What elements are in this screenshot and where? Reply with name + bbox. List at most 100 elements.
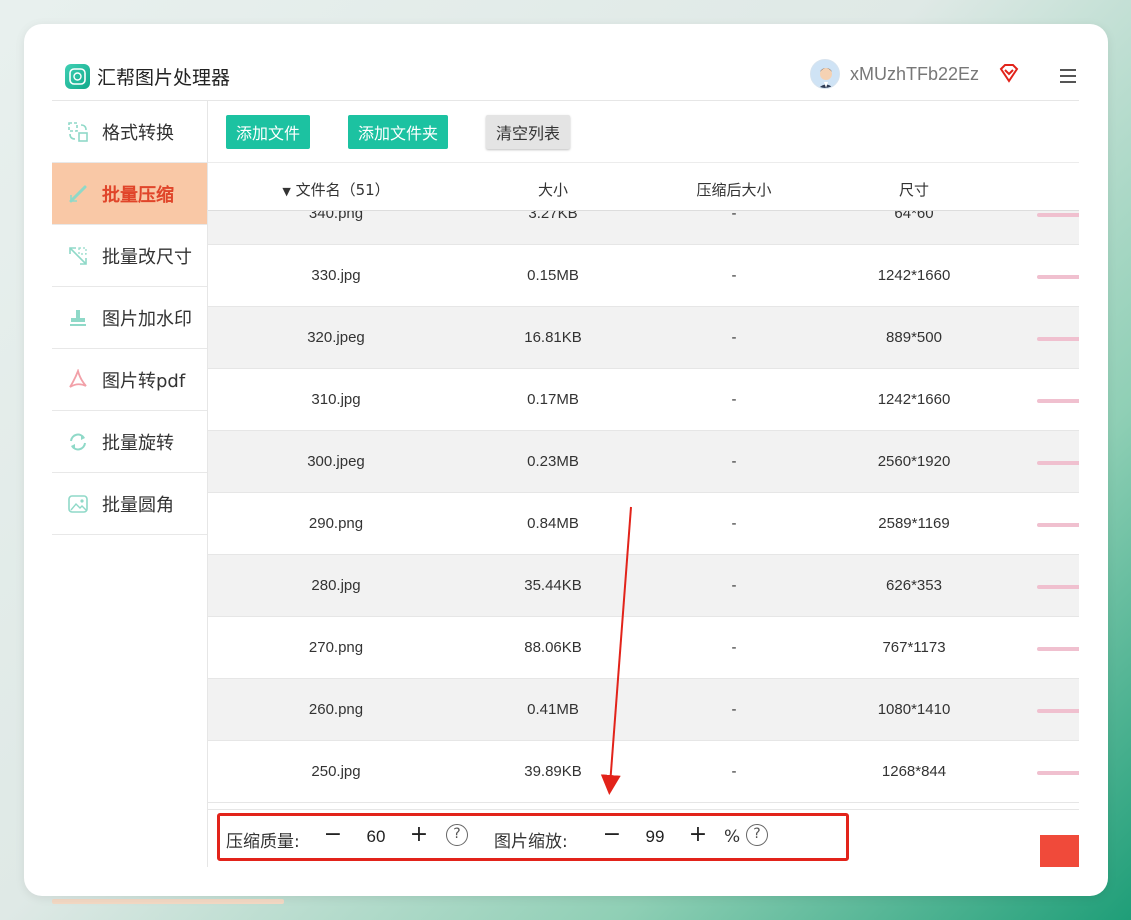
sidebar-item-batch-resize[interactable]: 批量改尺寸 (52, 225, 207, 287)
cell-dimensions: 2560*1920 (877, 453, 951, 470)
cell-size: 0.23MB (527, 453, 579, 470)
cell-compressed-size: - (731, 453, 737, 470)
pdf-icon (66, 368, 90, 392)
user-avatar[interactable] (810, 59, 840, 89)
table-row[interactable]: 310.jpg 0.17MB - 1242*1660 (208, 369, 1079, 431)
table-row[interactable]: 330.jpg 0.15MB - 1242*1660 (208, 245, 1079, 307)
sidebar-item-watermark[interactable]: 图片加水印 (52, 287, 207, 349)
cell-dimensions: 1080*1410 (877, 701, 951, 718)
sidebar-item-batch-rounded[interactable]: 批量圆角 (52, 473, 207, 535)
progress-bar (1037, 585, 1079, 589)
add-folder-button[interactable]: 添加文件夹 (348, 115, 449, 149)
compression-settings-bar: 压缩质量: − + ? 图片缩放: − + % ? (208, 809, 1079, 867)
cell-compressed-size: - (731, 577, 737, 594)
cell-dimensions: 767*1173 (882, 639, 946, 656)
quality-decrease-button[interactable]: − (320, 822, 346, 848)
table-row[interactable]: 260.png 0.41MB - 1080*1410 (208, 679, 1079, 741)
cell-size: 3.27KB (528, 211, 578, 222)
sidebar-item-format-convert[interactable]: 格式转换 (52, 101, 207, 163)
table-row[interactable]: 300.jpeg 0.23MB - 2560*1920 (208, 431, 1079, 493)
progress-bar (1037, 461, 1079, 465)
sidebar-item-label: 图片转pdf (102, 370, 186, 392)
file-table[interactable]: 340.png 3.27KB - 64*60 330.jpg 0.15MB - 1242*16… (208, 211, 1079, 809)
file-table-rows: 340.png 3.27KB - 64*60 330.jpg 0.15MB - 1242*16… (208, 211, 1079, 803)
username[interactable]: xMUzhTFb22Ez (850, 64, 979, 85)
progress-bar (1037, 709, 1079, 713)
start-compress-button[interactable] (1040, 835, 1079, 867)
cell-size: 39.89KB (524, 763, 582, 780)
sidebar: 格式转换 批量压缩 批量改尺寸 图片加水印 图片转pdf 批量旋转 批量圆角 (52, 101, 208, 867)
scale-input[interactable] (635, 827, 675, 847)
cell-filename: 280.jpg (311, 577, 361, 594)
sidebar-item-label: 图片加水印 (102, 308, 192, 330)
cell-size: 16.81KB (524, 329, 582, 346)
sidebar-item-label: 批量改尺寸 (102, 246, 192, 268)
resize-icon (66, 244, 90, 268)
progress-bar (1037, 523, 1079, 527)
sidebar-item-label: 批量压缩 (102, 184, 174, 206)
add-file-button[interactable]: 添加文件 (226, 115, 311, 149)
progress-bar (1037, 337, 1079, 341)
column-header-size[interactable]: 大小 (538, 179, 568, 200)
quality-input[interactable] (356, 827, 396, 847)
cell-dimensions: 1268*844 (881, 763, 947, 780)
table-row[interactable]: 250.jpg 39.89KB - 1268*844 (208, 741, 1079, 803)
quality-increase-button[interactable]: + (406, 822, 432, 848)
rounded-corner-icon (66, 492, 90, 516)
cell-dimensions: 1242*1660 (877, 391, 951, 408)
hamburger-menu-icon[interactable] (1060, 69, 1076, 83)
toolbar: 添加文件 添加文件夹 清空列表 (208, 101, 1079, 163)
table-header: ▼ 文件名（51） 大小 压缩后大小 尺寸 (208, 163, 1079, 211)
cell-dimensions: 1242*1660 (877, 267, 951, 284)
sidebar-item-batch-rotate[interactable]: 批量旋转 (52, 411, 207, 473)
format-convert-icon (66, 120, 90, 144)
sidebar-item-image-to-pdf[interactable]: 图片转pdf (52, 349, 207, 411)
percent-sign: % (724, 827, 741, 847)
column-header-compressed-size[interactable]: 压缩后大小 (696, 179, 771, 200)
cell-size: 0.84MB (527, 515, 579, 532)
vip-diamond-icon[interactable] (998, 62, 1020, 84)
sort-caret-icon: ▼ (282, 185, 291, 198)
progress-bar (1037, 399, 1079, 403)
scale-decrease-button[interactable]: − (599, 822, 625, 848)
cell-dimensions: 626*353 (886, 577, 942, 594)
cell-compressed-size: - (731, 515, 737, 532)
cell-size: 88.06KB (524, 639, 582, 656)
app-window: 汇帮图片处理器 xMUzhTFb22Ez 格式转换 批量压缩 批量改尺寸 图片加… (52, 45, 1079, 867)
sidebar-item-batch-compress[interactable]: 批量压缩 (52, 163, 207, 225)
table-row[interactable]: 270.png 88.06KB - 767*1173 (208, 617, 1079, 679)
table-row[interactable]: 340.png 3.27KB - 64*60 (208, 211, 1079, 245)
table-row[interactable]: 320.jpeg 16.81KB - 889*500 (208, 307, 1079, 369)
app-title: 汇帮图片处理器 (97, 67, 231, 89)
column-header-filename[interactable]: ▼ 文件名（51） (282, 179, 389, 200)
cell-filename: 310.jpg (311, 391, 361, 408)
clear-list-button[interactable]: 清空列表 (486, 115, 571, 149)
scale-help-icon[interactable]: ? (746, 824, 768, 846)
cell-size: 0.15MB (527, 267, 579, 284)
app-logo-icon (65, 64, 90, 89)
cell-compressed-size: - (731, 329, 737, 346)
table-row[interactable]: 280.jpg 35.44KB - 626*353 (208, 555, 1079, 617)
scale-label: 图片缩放: (494, 832, 568, 852)
progress-bar (1037, 275, 1079, 279)
progress-bar (1037, 213, 1079, 217)
sidebar-item-label: 格式转换 (102, 122, 174, 144)
cell-dimensions: 64*60 (894, 211, 934, 222)
cell-dimensions: 889*500 (886, 329, 942, 346)
cell-dimensions: 2589*1169 (878, 515, 950, 532)
watermark-icon (66, 306, 90, 330)
cell-compressed-size: - (731, 763, 737, 780)
scale-increase-button[interactable]: + (685, 822, 711, 848)
quality-label: 压缩质量: (226, 832, 300, 852)
cell-size: 0.17MB (527, 391, 579, 408)
table-row[interactable]: 290.png 0.84MB - 2589*1169 (208, 493, 1079, 555)
column-header-dimensions[interactable]: 尺寸 (899, 179, 929, 200)
progress-bar (1037, 647, 1079, 651)
sidebar-item-label: 批量旋转 (102, 432, 174, 454)
quality-help-icon[interactable]: ? (446, 824, 468, 846)
cell-compressed-size: - (731, 267, 737, 284)
cell-filename: 270.png (308, 639, 364, 656)
cell-filename: 340.png (308, 211, 364, 222)
rotate-icon (66, 430, 90, 454)
background-strip (52, 899, 284, 904)
